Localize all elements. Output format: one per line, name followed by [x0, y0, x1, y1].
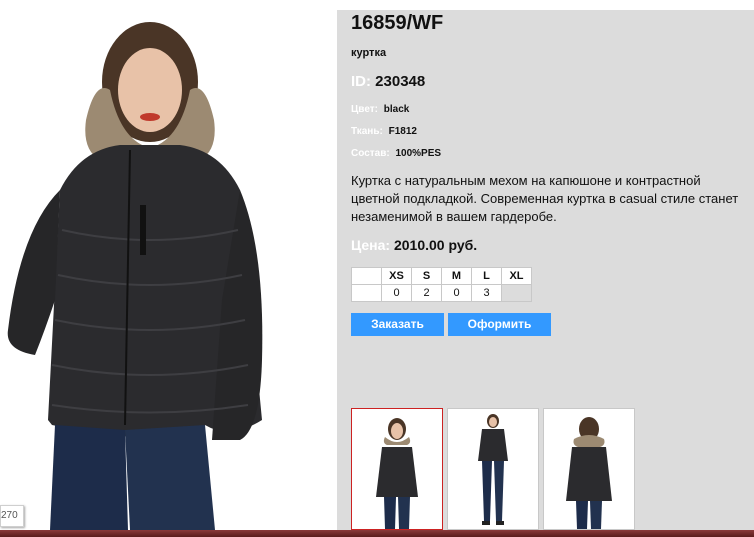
product-info-panel: 16859/WF куртка ID: 230348 Цвет: black Т… [337, 10, 754, 530]
product-id-row: ID: 230348 [351, 73, 425, 90]
bottom-border-bar [0, 530, 754, 537]
order-button[interactable]: Заказать [351, 313, 444, 336]
size-header-cell: S [411, 267, 442, 285]
thumbnail-front-fur[interactable] [351, 408, 443, 530]
product-description: Куртка с натуральным мехом на капюшоне и… [351, 173, 739, 224]
size-quantity-table: XS S M L XL 0 2 0 3 [351, 267, 532, 302]
size-corner-cell [351, 267, 382, 285]
composition-value: 100%PES [395, 148, 442, 159]
size-header-cell: M [441, 267, 472, 285]
size-header-cell: XL [501, 267, 532, 285]
quantity-cell[interactable]: 2 [411, 284, 442, 302]
thumbnail-image [566, 417, 612, 529]
quantity-cell[interactable]: 0 [381, 284, 412, 302]
fabric-value: F1812 [388, 126, 417, 137]
id-label: ID: [351, 73, 371, 90]
size-quantity-row: 0 2 0 3 [351, 284, 532, 302]
fabric-row: Ткань: F1812 [351, 126, 417, 137]
main-product-photo [0, 0, 337, 530]
color-row: Цвет: black [351, 104, 409, 115]
quantity-cell[interactable]: 0 [441, 284, 472, 302]
thumbnail-image [376, 418, 418, 529]
price-row: Цена: 2010.00 руб. [351, 237, 477, 253]
thumbnail-image [478, 414, 508, 525]
product-article: 16859/WF [351, 12, 444, 34]
quantity-cell-disabled [501, 284, 532, 302]
checkout-button[interactable]: Оформить [448, 313, 551, 336]
quantity-row-label-cell [351, 284, 382, 302]
jacket-photo-image [0, 0, 337, 530]
thumbnail-back-view[interactable] [543, 408, 635, 530]
fabric-label: Ткань: [351, 126, 383, 137]
composition-label: Состав: [351, 148, 390, 159]
quantity-cell[interactable]: 3 [471, 284, 502, 302]
product-type: куртка [351, 47, 387, 59]
size-header-row: XS S M L XL [351, 267, 532, 285]
color-label: Цвет: [351, 104, 378, 115]
thumbnail-full-length[interactable] [447, 408, 539, 530]
photo-counter-badge: 270 [0, 505, 24, 527]
color-value: black [383, 104, 410, 115]
composition-row: Состав: 100%PES [351, 148, 441, 159]
size-header-cell: XS [381, 267, 412, 285]
size-header-cell: L [471, 267, 502, 285]
price-value: 2010.00 руб. [393, 237, 478, 253]
id-value: 230348 [375, 73, 426, 90]
price-label: Цена: [351, 237, 391, 253]
